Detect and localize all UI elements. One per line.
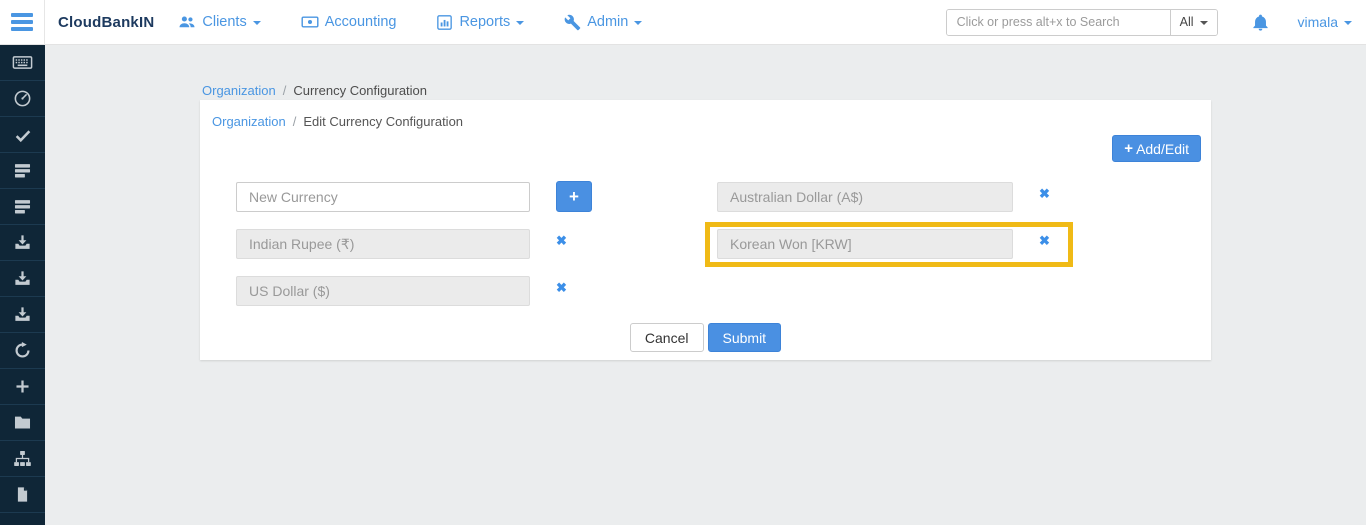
cancel-button[interactable]: Cancel [630,323,704,352]
submit-button[interactable]: Submit [708,323,782,352]
bar-chart-icon [436,14,453,31]
remove-us-dollar-button[interactable]: ✖ [556,281,567,294]
dashboard-icon[interactable] [0,81,45,117]
card-breadcrumb-separator: / [293,114,297,129]
form-actions: Cancel Submit [200,323,1211,352]
check-icon[interactable] [0,117,45,153]
nav-left [0,0,45,45]
plus-icon: + [1124,140,1133,157]
hamburger-icon [11,13,33,17]
nav-label: Admin [587,14,628,30]
main-nav: Clients Accounting [178,13,642,31]
currency-field-us-dollar [236,276,530,306]
nav-label: Accounting [325,14,397,30]
card-breadcrumb-current: Edit Currency Configuration [303,114,463,129]
sidebar [0,45,45,525]
currency-field-indian-rupee [236,229,530,259]
nav-label: Reports [459,14,510,30]
user-menu[interactable]: vimala [1298,14,1352,30]
global-search: All [946,9,1218,36]
wrench-icon [564,14,581,31]
remove-indian-rupee-button[interactable]: ✖ [556,234,567,247]
breadcrumb-separator: / [283,83,287,98]
list-icon[interactable] [0,189,45,225]
content: Organization / Currency Configuration Or… [45,45,1366,525]
breadcrumb: Organization / Currency Configuration [202,83,427,98]
brand-logo[interactable]: CloudBankIN [58,14,154,31]
keyboard-icon[interactable] [0,45,45,81]
currency-configuration-card: Organization / Edit Currency Configurati… [200,100,1211,360]
menu-toggle-button[interactable] [11,13,33,31]
card-breadcrumb-link-organization[interactable]: Organization [212,114,286,129]
chevron-down-icon [634,21,642,25]
chevron-down-icon [1200,21,1208,25]
breadcrumb-current: Currency Configuration [293,83,427,98]
search-filter-label: All [1180,15,1194,29]
download-icon[interactable] [0,297,45,333]
nav-right: All vimala [946,9,1366,36]
breadcrumb-link-organization[interactable]: Organization [202,83,276,98]
nav-admin[interactable]: Admin [564,14,642,31]
currency-field-australian-dollar [717,182,1013,212]
add-currency-button[interactable]: + [556,181,592,212]
remove-korean-won-button[interactable]: ✖ [1039,234,1050,247]
notifications-bell-icon[interactable] [1251,13,1270,32]
sitemap-icon[interactable] [0,441,45,477]
refresh-icon[interactable] [0,333,45,369]
users-icon [178,13,196,31]
nav-accounting[interactable]: Accounting [301,13,397,31]
remove-australian-dollar-button[interactable]: ✖ [1039,187,1050,200]
search-input[interactable] [947,10,1170,35]
download-icon[interactable] [0,261,45,297]
nav-label: Clients [202,14,246,30]
username: vimala [1298,14,1338,30]
chevron-down-icon [516,21,524,25]
add-edit-button[interactable]: +Add/Edit [1112,135,1201,162]
list-icon[interactable] [0,153,45,189]
search-filter-dropdown[interactable]: All [1170,10,1217,35]
new-currency-input[interactable] [236,182,530,212]
download-icon[interactable] [0,225,45,261]
chevron-down-icon [253,21,261,25]
plus-icon[interactable] [0,369,45,405]
top-navbar: CloudBankIN Clients [0,0,1366,45]
money-bill-icon [301,13,319,31]
add-edit-label: Add/Edit [1136,141,1189,157]
nav-clients[interactable]: Clients [178,13,260,31]
nav-reports[interactable]: Reports [436,14,524,31]
folder-icon[interactable] [0,405,45,441]
currency-field-korean-won [717,229,1013,259]
card-breadcrumb: Organization / Edit Currency Configurati… [212,114,463,129]
file-icon[interactable] [0,477,45,513]
chevron-down-icon [1344,21,1352,25]
screen: CloudBankIN Clients [0,0,1366,525]
